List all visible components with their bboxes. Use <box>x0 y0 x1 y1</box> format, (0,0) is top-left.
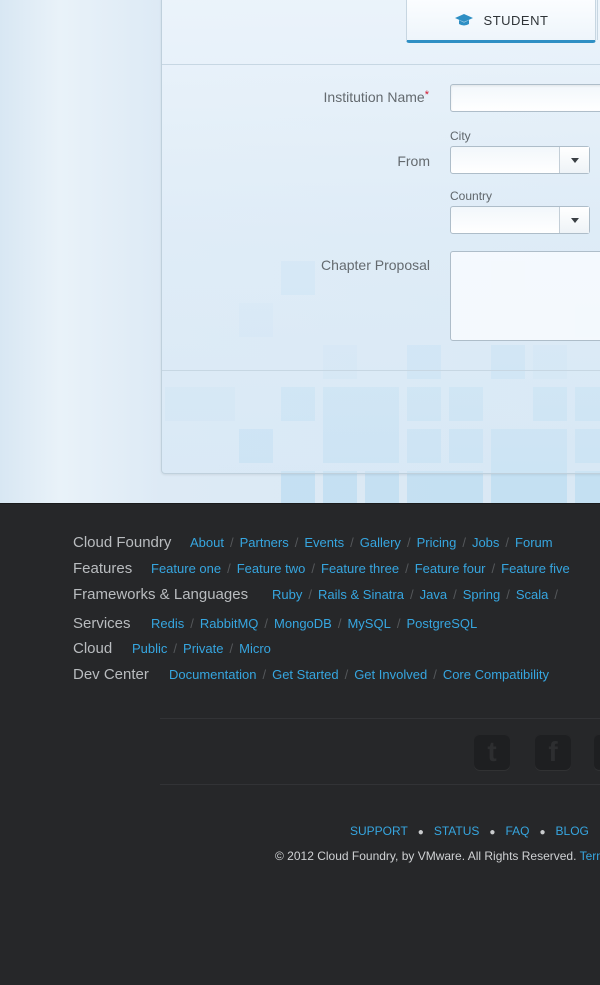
chapter-proposal-label: Chapter Proposal <box>321 257 430 273</box>
footer-row-services: Services Redis / RabbitMQ / MongoDB / MySQL / Pos… <box>73 615 478 632</box>
footer-link[interactable]: Feature one <box>151 561 221 576</box>
footer-link[interactable]: PostgreSQL <box>406 616 477 631</box>
footer-link[interactable]: Micro <box>239 641 271 656</box>
footer-link[interactable]: RabbitMQ <box>200 616 259 631</box>
footer-category: Dev Center <box>73 666 149 683</box>
footer-link[interactable]: Documentation <box>169 667 256 682</box>
content-area: STUDENT Institution Name* City From Coun… <box>0 0 600 503</box>
footer-category: Services <box>73 615 131 632</box>
city-select[interactable] <box>450 146 590 174</box>
footer-link[interactable]: MySQL <box>347 616 390 631</box>
footer-link[interactable]: Scala <box>516 587 549 602</box>
footer-category: Cloud Foundry <box>73 534 172 551</box>
footer-link[interactable]: Get Started <box>272 667 338 682</box>
footer-link[interactable]: Feature two <box>237 561 306 576</box>
footer-link[interactable]: About <box>190 535 224 550</box>
chapter-proposal-textarea[interactable] <box>450 251 600 341</box>
institution-name-input[interactable] <box>450 84 600 112</box>
social-icon[interactable] <box>594 734 600 770</box>
footer-divider <box>160 718 600 719</box>
country-dropdown-button[interactable] <box>559 207 589 233</box>
caret-down-icon <box>570 157 579 163</box>
footer-link[interactable]: Java <box>420 587 447 602</box>
footer-bottom-links: SUPPORT ● STATUS ● FAQ ● BLOG <box>350 824 589 838</box>
facebook-icon[interactable]: f <box>535 734 571 770</box>
footer-link[interactable]: Feature five <box>501 561 570 576</box>
copyright-text: © 2012 Cloud Foundry, by VMware. All Rig… <box>275 849 577 863</box>
footer-link[interactable]: Redis <box>151 616 184 631</box>
footer-row-cloud: Cloud Public / Private / Micro <box>73 640 271 657</box>
footer-link[interactable]: Spring <box>463 587 501 602</box>
status-link[interactable]: STATUS <box>434 824 480 838</box>
footer-link[interactable]: MongoDB <box>274 616 332 631</box>
footer-row-dev-center: Dev Center Documentation / Get Started / Get … <box>73 666 550 683</box>
footer-category: Frameworks & Languages <box>73 586 249 603</box>
footer-category: Cloud <box>73 640 113 657</box>
footer-link[interactable]: Pricing <box>417 535 457 550</box>
footer-link[interactable]: Public <box>132 641 167 656</box>
divider <box>162 370 600 371</box>
from-label: From <box>397 153 430 169</box>
institution-name-label: Institution Name* <box>323 89 429 105</box>
city-dropdown-button[interactable] <box>559 147 589 173</box>
footer-link[interactable]: Private <box>183 641 223 656</box>
support-link[interactable]: SUPPORT <box>350 824 408 838</box>
footer-link[interactable]: Ruby <box>272 587 302 602</box>
divider <box>162 64 600 65</box>
copyright: © 2012 Cloud Foundry, by VMware. All Rig… <box>275 849 600 863</box>
caret-down-icon <box>570 217 579 223</box>
city-label: City <box>450 129 471 143</box>
footer-link[interactable]: Gallery <box>360 535 401 550</box>
faq-link[interactable]: FAQ <box>505 824 529 838</box>
footer-category: Features <box>73 560 133 577</box>
tab-student-label: STUDENT <box>483 12 549 28</box>
footer-link[interactable]: Events <box>304 535 344 550</box>
footer-link[interactable]: Forum <box>515 535 553 550</box>
footer-link[interactable]: Feature three <box>321 561 399 576</box>
footer-link[interactable]: Jobs <box>472 535 499 550</box>
tab-student[interactable]: STUDENT <box>406 0 596 43</box>
footer-link[interactable]: Core Compatibility <box>443 667 549 682</box>
twitter-icon[interactable]: t <box>474 734 510 770</box>
country-label: Country <box>450 189 493 203</box>
blog-link[interactable]: BLOG <box>556 824 589 838</box>
graduation-cap-icon <box>454 14 473 26</box>
footer-link[interactable]: Partners <box>240 535 289 550</box>
registration-panel <box>161 0 600 474</box>
required-marker: * <box>424 89 429 101</box>
footer-link[interactable]: Get Involved <box>354 667 427 682</box>
footer-link[interactable]: Feature four <box>415 561 486 576</box>
terms-link[interactable]: Terms <box>580 849 600 863</box>
footer-row-frameworks: Frameworks & Languages Ruby / Rails & Sinat… <box>73 586 559 603</box>
footer-link[interactable]: Rails & Sinatra <box>318 587 404 602</box>
country-select[interactable] <box>450 206 590 234</box>
footer-row-features: Features Feature one / Feature two / Feature … <box>73 560 570 577</box>
footer-divider <box>160 784 600 785</box>
footer-row-cloud-foundry: Cloud Foundry About / Partners / Events / Galle… <box>73 534 553 551</box>
